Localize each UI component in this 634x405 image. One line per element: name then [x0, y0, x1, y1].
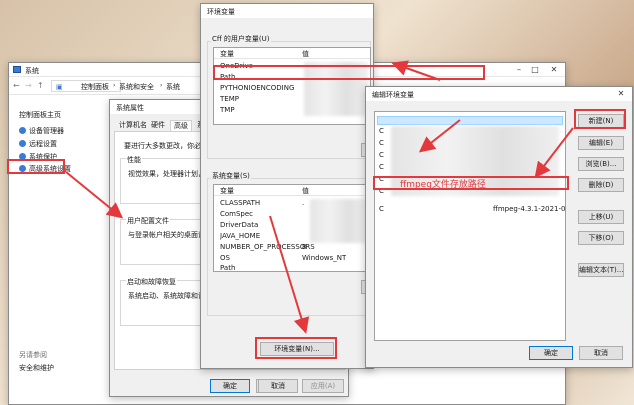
- shield-icon: [19, 140, 26, 147]
- tab-computer-name[interactable]: 计算机名: [116, 120, 150, 131]
- var-name: Path: [220, 264, 236, 272]
- path-entry-prefix: C: [379, 139, 384, 147]
- sysprops-apply-button[interactable]: 应用(A): [302, 379, 344, 393]
- user-vars-list[interactable]: 变量 值 OneDrive Path PYTHONIOENCODING TEMP…: [213, 47, 371, 125]
- close-icon[interactable]: ✕: [549, 65, 559, 74]
- var-name: PYTHONIOENCODING: [220, 84, 295, 92]
- path-entry-prefix: C: [379, 163, 384, 171]
- highlight-env-vars-button: [255, 337, 337, 359]
- tab-advanced[interactable]: 高级: [170, 120, 192, 131]
- system-vars-label: 系统变量(S): [211, 171, 251, 181]
- sysprops-title: 系统属性: [116, 104, 144, 112]
- delete-button[interactable]: 删除(D): [578, 178, 624, 192]
- computer-icon: [13, 66, 21, 73]
- editenv-cancel-button[interactable]: 取消: [579, 346, 623, 360]
- breadcrumb-item[interactable]: 控制面板: [81, 82, 109, 92]
- col-variable-header[interactable]: 变量: [220, 49, 234, 59]
- system-window-title: 系统: [25, 67, 39, 75]
- breadcrumb-monitor-icon: ▣: [56, 83, 63, 91]
- table-row[interactable]: Path: [214, 263, 370, 272]
- col-value-header[interactable]: 值: [302, 186, 309, 196]
- var-name: TMP: [220, 106, 235, 114]
- breadcrumb-item[interactable]: 系统: [166, 82, 180, 92]
- var-name: CLASSPATH: [220, 199, 261, 207]
- highlight-path-row: [213, 65, 485, 80]
- sidebar-home-link[interactable]: 控制面板主页: [19, 110, 61, 120]
- var-name: JAVA_HOME: [220, 232, 261, 240]
- edit-button[interactable]: 编辑(E): [578, 136, 624, 150]
- sidebar-item-label: 远程设置: [29, 140, 57, 148]
- editenv-ok-button[interactable]: 确定: [529, 346, 573, 360]
- list-item-ffmpeg[interactable]: C ffmpeg-4.3.1-2021-01-0...: [375, 204, 565, 214]
- breadcrumb-sep-icon: ›: [113, 82, 116, 89]
- maximize-icon[interactable]: □: [530, 65, 540, 74]
- highlight-new-button: [574, 109, 626, 129]
- sidebar-item-label: 设备管理器: [29, 127, 64, 135]
- sidebar-item-device-manager[interactable]: 设备管理器: [19, 126, 64, 136]
- list-item-selected[interactable]: [377, 116, 563, 125]
- path-entries-list[interactable]: C C C C C C C ffmpeg-4.3.1-2021-01-0...: [374, 111, 566, 341]
- startup-recovery-label: 启动和故障恢复: [126, 277, 177, 287]
- close-icon[interactable]: ✕: [616, 89, 626, 98]
- envvars-cancel-button[interactable]: 取消: [258, 379, 298, 393]
- system-vars-list[interactable]: 变量 值 CLASSPATH. ComSpec DriverData JAVA_…: [213, 184, 371, 272]
- breadcrumb-sep-icon: ›: [160, 82, 163, 89]
- user-vars-label: Cff 的用户变量(U): [211, 34, 271, 44]
- env-vars-dialog: 环境变量 Cff 的用户变量(U) 变量 值 OneDrive Path PYT…: [200, 3, 374, 369]
- minimize-icon[interactable]: –: [514, 65, 524, 74]
- performance-label: 性能: [126, 155, 142, 165]
- col-value-header[interactable]: 值: [302, 49, 309, 59]
- path-entry-value: ffmpeg-4.3.1-2021-01-0...: [493, 205, 566, 213]
- var-name: DriverData: [220, 221, 259, 229]
- editenv-titlebar: 编辑环境变量 ✕: [366, 87, 632, 101]
- var-name: NUMBER_OF_PROCESSORS: [220, 243, 315, 251]
- blurred-values: [310, 199, 368, 243]
- highlight-advanced-settings: [7, 159, 65, 174]
- shield-icon: [19, 127, 26, 134]
- tab-hardware[interactable]: 硬件: [148, 120, 168, 131]
- admin-note: 要进行大多数更改，你必须: [124, 142, 208, 150]
- path-entry-prefix: C: [379, 205, 384, 213]
- editenv-title: 编辑环境变量: [372, 91, 414, 99]
- user-vars-header: 变量 值: [214, 48, 370, 59]
- forward-arrow-icon[interactable]: →: [25, 81, 32, 90]
- path-entry-prefix: C: [379, 127, 384, 135]
- envvars-titlebar: 环境变量: [201, 4, 373, 18]
- up-arrow-icon[interactable]: ↑: [37, 81, 44, 90]
- table-row[interactable]: NUMBER_OF_PROCESSORS 8: [214, 242, 370, 252]
- back-arrow-icon[interactable]: ←: [13, 81, 20, 90]
- highlight-ffmpeg-row: [373, 176, 569, 190]
- breadcrumb-item[interactable]: 系统和安全: [119, 82, 154, 92]
- envvars-title: 环境变量: [207, 8, 235, 16]
- var-name: OS: [220, 254, 230, 262]
- var-value: .: [302, 199, 305, 207]
- security-maintenance-link[interactable]: 安全和维护: [19, 363, 54, 373]
- path-entry-prefix: C: [379, 151, 384, 159]
- var-value: Windows_NT: [302, 254, 347, 262]
- move-down-button[interactable]: 下移(O): [578, 231, 624, 245]
- user-profile-label: 用户配置文件: [126, 216, 170, 226]
- edit-text-button[interactable]: 编辑文本(T)...: [578, 263, 624, 277]
- sysprops-ok-button[interactable]: 确定: [210, 379, 250, 393]
- system-vars-header: 变量 值: [214, 185, 370, 196]
- var-name: ComSpec: [220, 210, 254, 218]
- browse-button[interactable]: 浏览(B)...: [578, 157, 624, 171]
- col-variable-header[interactable]: 变量: [220, 186, 234, 196]
- var-value: 8: [302, 243, 307, 251]
- move-up-button[interactable]: 上移(U): [578, 210, 624, 224]
- see-also-label: 另请参阅: [19, 351, 47, 359]
- var-name: TEMP: [220, 95, 239, 103]
- table-row[interactable]: OS Windows_NT: [214, 253, 370, 263]
- sidebar-item-remote-settings[interactable]: 远程设置: [19, 139, 57, 149]
